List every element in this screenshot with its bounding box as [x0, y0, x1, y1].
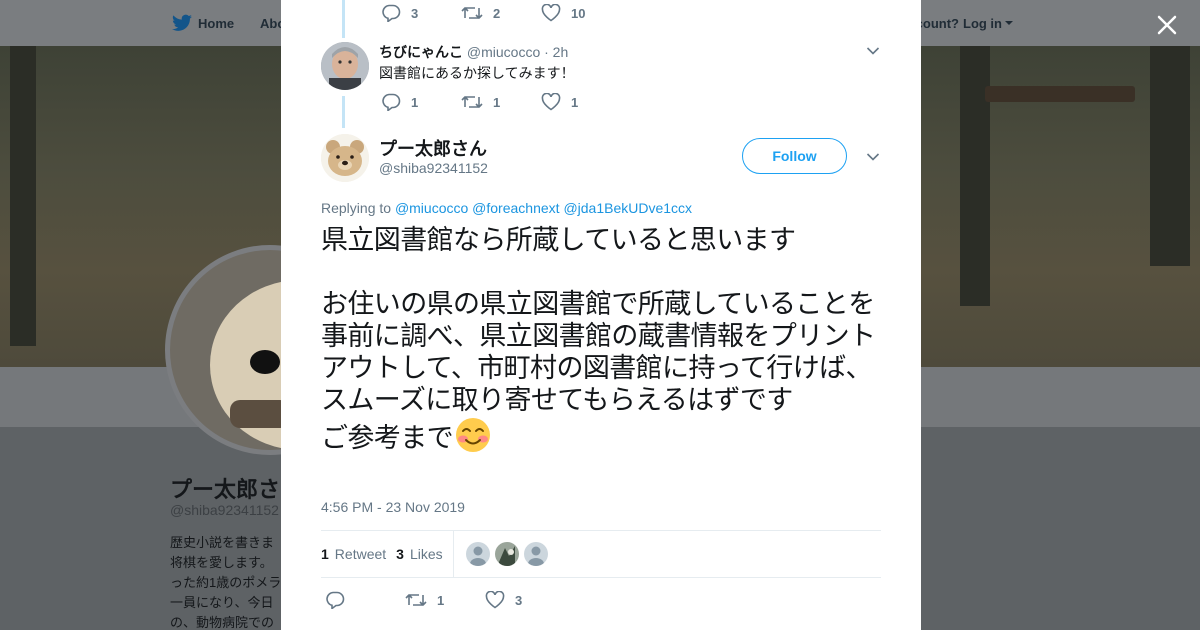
heart-icon [541, 93, 561, 111]
nav-home-label: Home [198, 15, 235, 31]
bio-line: 将棋を愛します。 [170, 555, 273, 570]
retweet-action[interactable]: 1 [405, 592, 485, 608]
reply-count: 1 [411, 94, 419, 110]
likes-stat-count: 3 [396, 546, 404, 562]
previous-tweet-actions: 3 2 10 [381, 4, 585, 22]
likes-stat-label: Likes [409, 546, 443, 562]
follow-button[interactable]: Follow [742, 138, 847, 174]
reply-icon [382, 93, 401, 111]
liker-avatar[interactable] [523, 542, 548, 566]
reply-icon [326, 591, 345, 609]
replying-to: Replying to @miucocco @foreachnext @jda1… [321, 200, 692, 216]
reply-action[interactable] [325, 591, 405, 609]
parent-tweet-actions: 1 1 1 [381, 93, 581, 111]
retweet-icon [461, 96, 483, 108]
tweet-timestamp[interactable]: 4:56 PM - 23 Nov 2019 [321, 499, 465, 515]
main-chevron-down-icon[interactable] [866, 152, 880, 162]
thread-line [342, 0, 345, 38]
main-handle[interactable]: @shiba92341152 [379, 160, 488, 176]
reply-count: 3 [411, 5, 419, 21]
profile-bio: 歴史小説を書きま 将棋を愛します。 った約1歳のポメラ 一員になり、今日 の、動… [170, 533, 282, 630]
mention-link[interactable]: @miucocco [395, 200, 468, 216]
retweet-action[interactable]: 2 [461, 5, 541, 21]
retweet-stat-count: 1 [321, 546, 329, 562]
bench-image [985, 86, 1135, 102]
reply-action[interactable]: 1 [381, 93, 461, 111]
retweet-stat-label: Retweet [334, 546, 387, 562]
retweet-count: 1 [493, 94, 501, 110]
parent-handle[interactable]: @miucocco [467, 44, 540, 60]
like-action[interactable]: 3 [485, 591, 525, 609]
parent-tweet-text: 図書館にあるか探してみます！ [379, 65, 575, 81]
tweet-body: 県立図書館なら所蔵していると思います お住いの県の県立図書館で所蔵していることを… [321, 225, 876, 454]
liker-avatar[interactable] [494, 542, 519, 566]
liker-avatar[interactable] [465, 542, 490, 566]
bio-line: の、動物病院での [170, 615, 275, 630]
reply-icon [382, 4, 401, 22]
main-display-name[interactable]: プー太郎さん [379, 135, 487, 161]
retweet-count: 2 [493, 5, 501, 21]
like-count: 3 [515, 592, 523, 608]
parent-chevron-down-icon[interactable] [866, 46, 880, 56]
like-action[interactable]: 1 [541, 93, 581, 111]
tweet-permalink-modal: 3 2 10 ちびにゃんこ @miucocco · 2h 図書館にあるか探してみ… [281, 0, 921, 630]
main-tweet-text: 県立図書館なら所蔵していると思います お住いの県の県立図書館で所蔵していることを… [321, 225, 886, 461]
parent-time[interactable]: · 2h [544, 44, 568, 60]
login-link[interactable]: Log in [963, 16, 1002, 31]
bio-line: 歴史小説を書きま [170, 535, 275, 550]
main-tweet-actions: 1 3 [325, 591, 525, 609]
like-count: 10 [571, 5, 586, 21]
thread-line [342, 96, 345, 128]
smiling-face-icon [455, 417, 491, 461]
liker-avatars [465, 542, 553, 566]
retweet-count: 1 [437, 592, 445, 608]
retweet-icon [405, 594, 427, 606]
heart-icon [485, 591, 505, 609]
nav-home[interactable]: Home [172, 0, 234, 46]
twitter-bird-icon [172, 14, 192, 31]
bio-line: 一員になり、今日 [170, 595, 274, 610]
caret-down-icon [1005, 21, 1013, 25]
parent-tweet-avatar[interactable] [321, 42, 369, 90]
parent-tweet-header: ちびにゃんこ @miucocco · 2h [379, 42, 568, 62]
retweet-stat[interactable]: 1 Retweet [321, 546, 386, 562]
retweet-icon [461, 7, 483, 19]
likes-stat[interactable]: 3 Likes [396, 546, 442, 562]
main-tweet-avatar[interactable] [321, 134, 369, 182]
replying-to-label: Replying to [321, 200, 392, 216]
like-action[interactable]: 10 [541, 4, 585, 22]
parent-avatar-image [321, 42, 369, 90]
heart-icon [541, 4, 561, 22]
bio-line: った約1歳のポメラ [170, 575, 282, 590]
login-prompt[interactable]: ccount? Log in [908, 0, 1014, 46]
teddy-bear-avatar-image [321, 134, 369, 182]
tweet-stats: 1 Retweet 3 Likes [321, 530, 881, 578]
stats-divider [452, 531, 454, 577]
retweet-action[interactable]: 1 [461, 94, 541, 110]
close-icon [1157, 15, 1177, 35]
mention-link[interactable]: @foreachnext [472, 200, 559, 216]
mention-link[interactable]: @jda1BekUDve1ccx [563, 200, 692, 216]
reply-action[interactable]: 3 [381, 4, 461, 22]
like-count: 1 [571, 94, 579, 110]
profile-handle: @shiba92341152 [170, 502, 279, 518]
close-modal-button[interactable] [1154, 12, 1180, 38]
parent-display-name[interactable]: ちびにゃんこ [379, 44, 463, 60]
